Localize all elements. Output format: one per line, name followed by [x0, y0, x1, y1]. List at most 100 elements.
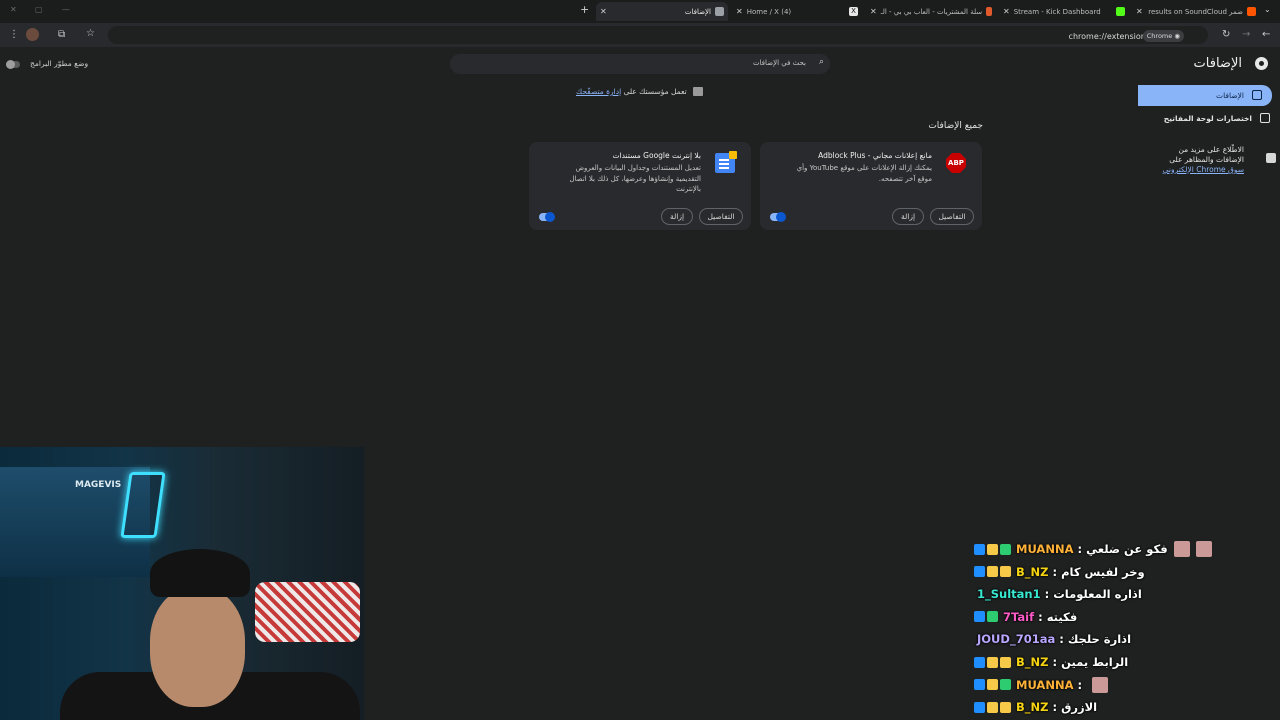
chat-text: اذاره المعلومات — [1053, 587, 1142, 602]
search-input[interactable]: ⌕ بحث في الإضافات — [450, 54, 830, 74]
search-icon: ⌕ — [818, 57, 824, 67]
remove-button[interactable]: إزالة — [892, 208, 924, 225]
browser-toolbar: ⋮ ⧉ ☆ chrome://extensions Chrome ◉ ↻ → ← — [0, 23, 1280, 47]
reload-icon[interactable]: ↻ — [1222, 29, 1230, 40]
sidebar-item-keyboard-shortcuts[interactable]: اختصارات لوحة المفاتيح — [1138, 108, 1280, 128]
chat-text: وخر لفيس كام — [1061, 564, 1145, 579]
sidebar-item-web-store[interactable]: الاطّلاع على مزيد من الإضافات والمظاهر ع… — [1138, 143, 1280, 179]
back-icon[interactable]: ← — [1262, 29, 1270, 40]
chat-badge-icon — [974, 679, 985, 691]
chat-username: MUANNA — [1016, 677, 1074, 692]
chat-badge-icon — [974, 656, 985, 668]
streamer-shemagh — [255, 582, 360, 642]
chat-badge-icon — [987, 566, 998, 578]
webcam-overlay: MAGEVIS — [0, 447, 364, 720]
all-extensions-heading: جميع الإضافات — [928, 121, 983, 131]
close-window-icon[interactable]: ✕ — [10, 5, 17, 14]
web-store-line1: الاطّلاع على مزيد من — [1178, 145, 1244, 154]
chat-emote-icon — [1092, 676, 1109, 693]
chat-text: الازرق — [1061, 700, 1098, 715]
developer-mode-toggle[interactable] — [6, 60, 20, 69]
chat-username: 1_Sultan1 — [977, 587, 1041, 602]
web-store-icon — [1266, 153, 1276, 163]
extension-card-google-docs: مستندات Google بلا إنترنت تعديل المستندا… — [529, 142, 751, 230]
tab-label: (4) Home / X — [746, 7, 792, 16]
tab-shopping-cart[interactable]: سلة المشتريات - العاب بي بي - الـ ✕ — [866, 2, 996, 21]
extension-description: تعديل المستندات وجداول البيانات والعروض … — [569, 164, 701, 193]
maximize-window-icon[interactable]: ▢ — [35, 5, 43, 14]
chat-separator: : — [1052, 700, 1058, 715]
managed-link[interactable]: إدارة متصفّحك — [576, 87, 621, 96]
chat-emote-icon — [1173, 541, 1190, 557]
chat-text: فكو عن ضلعي — [1086, 542, 1168, 556]
adblock-icon-text: ABP — [948, 159, 964, 167]
web-store-line2: الإضافات والمظاهر على — [1169, 155, 1244, 164]
tab-soundcloud[interactable]: ضمر results on SoundCloud ✕ — [1132, 2, 1260, 21]
puzzle-icon — [715, 7, 724, 16]
close-tab-icon[interactable]: ✕ — [600, 7, 607, 16]
chat-badge-icon — [987, 701, 998, 713]
forward-icon[interactable]: → — [1242, 29, 1250, 40]
developer-mode-label: وضع مطوّر البرامج — [30, 59, 89, 68]
chat-badge-icon — [974, 566, 985, 578]
details-button[interactable]: التفاصيل — [930, 208, 974, 225]
extension-description: يمكنك إزالة الإعلانات على موقع YouTube و… — [796, 164, 932, 183]
chat-message: JOUD_701aa: اذارة حلجك — [974, 628, 1131, 650]
chat-badge-icon — [987, 543, 998, 555]
url-text[interactable]: chrome://extensions — [1069, 32, 1150, 41]
chat-separator: : — [1038, 609, 1043, 624]
close-tab-icon[interactable]: ✕ — [870, 7, 877, 16]
details-button[interactable]: التفاصيل — [699, 208, 743, 225]
remove-button[interactable]: إزالة — [661, 208, 693, 225]
chrome-chip: Chrome ◉ — [1142, 30, 1184, 42]
web-store-link[interactable]: سوق Chrome الإلكتروني — [1163, 165, 1244, 174]
chat-separator: : — [1077, 677, 1083, 692]
chip-label: Chrome — [1146, 32, 1173, 40]
chat-text: اذارة حلجك — [1067, 632, 1132, 647]
google-docs-icon — [715, 151, 737, 173]
minimize-window-icon[interactable]: — — [62, 5, 70, 14]
sidebar-item-label: اختصارات لوحة المفاتيح — [1163, 114, 1252, 123]
extension-enable-toggle[interactable] — [770, 212, 786, 222]
address-bar[interactable]: ☆ chrome://extensions Chrome ◉ — [86, 26, 1208, 44]
extension-enable-toggle[interactable] — [539, 212, 555, 222]
sidebar-item-extensions[interactable]: الإضافات — [1138, 85, 1272, 106]
close-tab-icon[interactable]: ✕ — [736, 7, 743, 16]
close-tab-icon[interactable]: ✕ — [1003, 7, 1010, 16]
chat-separator: : — [1044, 587, 1050, 602]
managed-notice: تعمل مؤسستك على إدارة متصفّحك — [576, 87, 687, 96]
extensions-icon[interactable]: ⧉ — [58, 29, 65, 40]
chat-badge-icon — [987, 656, 998, 668]
tab-x-home[interactable]: X (4) Home / X ✕ — [732, 2, 862, 21]
streamer-cap — [150, 549, 250, 597]
tab-extensions[interactable]: الإضافات ✕ — [596, 2, 728, 21]
chat-badge-icon — [987, 611, 998, 623]
stream-chat-overlay: MUANNA: فكو عن ضلعي B_NZ: وخر لفيس كام 1_Sul… — [974, 538, 1280, 720]
store-icon — [986, 7, 992, 16]
tab-label: سلة المشتريات - العاب بي بي - الـ — [880, 7, 983, 16]
x-logo-icon: X — [849, 7, 858, 16]
tab-kick-dashboard[interactable]: Stream - Kick Dashboard ✕ — [999, 2, 1129, 21]
page-title: الإضافات — [1193, 56, 1242, 71]
tab-label: Stream - Kick Dashboard — [1013, 7, 1101, 16]
chat-emote-icon — [1195, 541, 1212, 557]
menu-icon[interactable]: ⋮ — [9, 29, 19, 40]
chat-message: B_NZ: وخر لفيس كام — [974, 561, 1145, 583]
kick-icon — [1116, 7, 1125, 16]
bookmark-star-icon[interactable]: ☆ — [86, 28, 95, 39]
chat-badge-icon — [1000, 701, 1011, 713]
tab-label: الإضافات — [684, 7, 711, 16]
close-tab-icon[interactable]: ✕ — [1136, 7, 1143, 16]
chat-separator: : — [1052, 655, 1058, 669]
chrome-logo-icon — [1255, 57, 1268, 70]
tab-search-icon[interactable]: ⌄ — [1264, 5, 1271, 14]
profile-avatar[interactable] — [26, 28, 39, 41]
chat-message: B_NZ: الازرق — [974, 696, 1097, 718]
extension-name: Adblock Plus - مانع إعلانات مجاني — [818, 151, 932, 160]
chat-separator: : — [1077, 542, 1083, 556]
building-icon — [693, 87, 703, 96]
chat-username: JOUD_701aa — [977, 632, 1056, 647]
keyboard-icon — [1260, 113, 1270, 123]
new-tab-button[interactable]: + — [580, 3, 589, 16]
chat-badge-icon — [1000, 543, 1011, 555]
